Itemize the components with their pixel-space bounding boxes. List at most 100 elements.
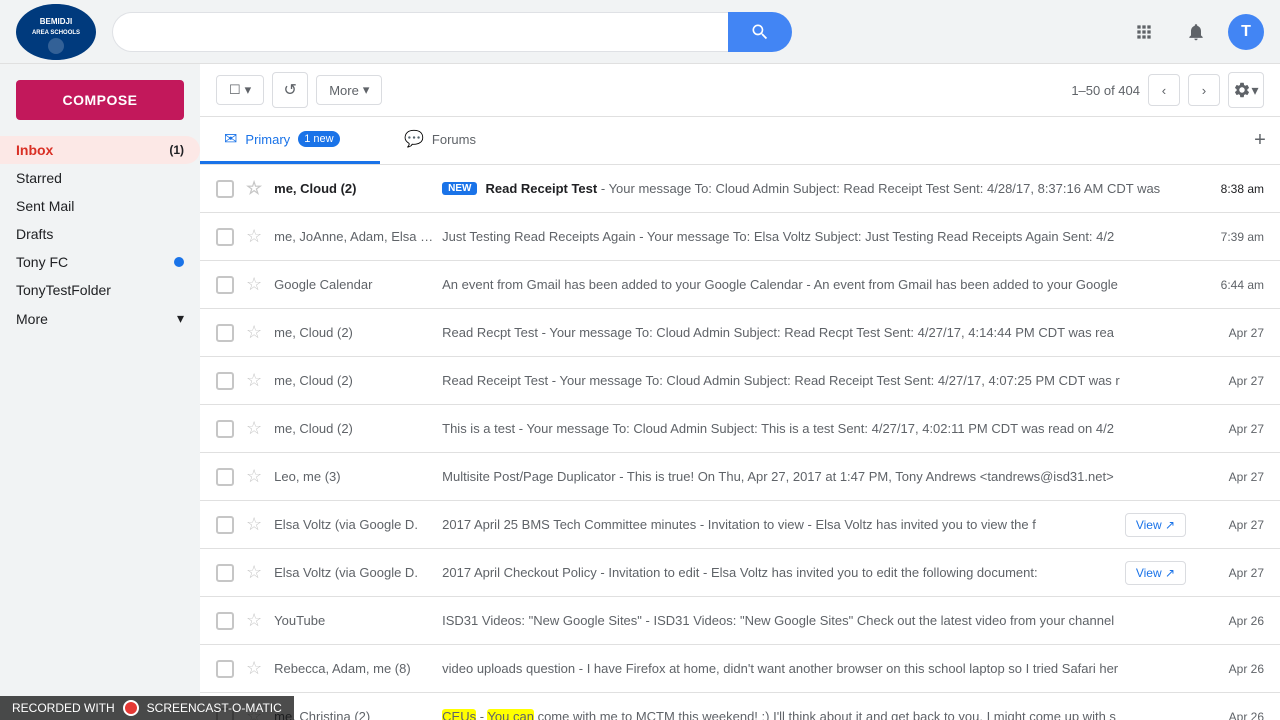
email-row[interactable]: ☆ Elsa Voltz (via Google D. 2017 April 2… <box>200 501 1280 549</box>
logo[interactable]: BEMIDJI AREA SCHOOLS <box>16 4 96 60</box>
email-time: Apr 27 <box>1194 470 1264 484</box>
prev-page-button[interactable]: ‹ <box>1148 74 1180 106</box>
star-icon[interactable]: ☆ <box>246 466 262 487</box>
search-input[interactable] <box>112 12 728 52</box>
email-time: Apr 27 <box>1194 566 1264 580</box>
email-checkbox[interactable] <box>216 372 234 390</box>
star-icon[interactable]: ☆ <box>246 514 262 535</box>
email-row[interactable]: ☆ Elsa Voltz (via Google D. 2017 April C… <box>200 549 1280 597</box>
email-row[interactable]: ☆ me, Cloud (2) NEW Read Receipt Test - … <box>200 165 1280 213</box>
sidebar-item-inbox[interactable]: Inbox (1) <box>0 136 200 164</box>
star-icon[interactable]: ☆ <box>246 274 262 295</box>
email-area: ☐ ▾ ↺ More ▾ 1–50 of 404 ‹ › ▾ ✉ Prima <box>200 64 1280 720</box>
email-checkbox[interactable] <box>216 660 234 678</box>
more-dropdown-icon: ▾ <box>363 82 370 98</box>
email-row[interactable]: ☆ Google Calendar An event from Gmail ha… <box>200 261 1280 309</box>
email-checkbox[interactable] <box>216 228 234 246</box>
email-time: Apr 27 <box>1194 374 1264 388</box>
brand-text: SCREENCAST-O-MATIC <box>147 701 282 715</box>
primary-tab-badge: 1 new <box>298 131 339 147</box>
primary-tab-icon: ✉ <box>224 129 237 149</box>
email-sender: me, Cloud (2) <box>274 181 434 196</box>
compose-button[interactable]: COMPOSE <box>16 80 184 120</box>
email-row[interactable]: ☆ me, Cloud (2) Read Receipt Test - Your… <box>200 357 1280 405</box>
email-subject-preview: 2017 April 25 BMS Tech Committee minutes… <box>434 517 1125 532</box>
star-icon[interactable]: ☆ <box>246 178 262 199</box>
sidebar-item-sent[interactable]: Sent Mail <box>0 192 200 220</box>
email-row[interactable]: ☆ YouTube ISD31 Videos: "New Google Site… <box>200 597 1280 645</box>
email-subject-preview: 2017 April Checkout Policy - Invitation … <box>434 565 1125 580</box>
email-subject-preview: Just Testing Read Receipts Again - Your … <box>434 229 1194 244</box>
new-badge: NEW <box>442 182 477 195</box>
email-sender: me, Cloud (2) <box>274 325 434 340</box>
tab-forums[interactable]: 💬 Forums <box>380 117 560 164</box>
email-subject-preview: Read Receipt Test - Your message To: Clo… <box>477 181 1194 196</box>
email-sender: Google Calendar <box>274 277 434 292</box>
notifications-button[interactable] <box>1176 12 1216 52</box>
email-sender: me, Cloud (2) <box>274 373 434 388</box>
star-icon[interactable]: ☆ <box>246 370 262 391</box>
apps-button[interactable] <box>1124 12 1164 52</box>
search-button[interactable] <box>728 12 792 52</box>
email-row[interactable]: ☆ Rebecca, Adam, me (8) video uploads qu… <box>200 645 1280 693</box>
search-container <box>112 12 792 52</box>
email-sender: me, Cloud (2) <box>274 421 434 436</box>
tab-primary[interactable]: ✉ Primary 1 new <box>200 117 380 164</box>
email-checkbox[interactable] <box>216 564 234 582</box>
add-tab-button[interactable]: + <box>1240 117 1280 164</box>
sidebar-item-more[interactable]: More ▾ <box>0 304 200 333</box>
forums-tab-label: Forums <box>432 132 476 147</box>
email-checkbox[interactable] <box>216 468 234 486</box>
email-checkbox[interactable] <box>216 180 234 198</box>
email-sender: Leo, me (3) <box>274 469 434 484</box>
email-row[interactable]: ☆ me, JoAnne, Adam, Elsa (4) Just Testin… <box>200 213 1280 261</box>
sidebar-item-drafts[interactable]: Drafts <box>0 220 200 248</box>
email-sender: me, JoAnne, Adam, Elsa (4) <box>274 229 434 244</box>
settings-button[interactable]: ▾ <box>1228 72 1264 108</box>
star-icon[interactable]: ☆ <box>246 226 262 247</box>
view-button[interactable]: View ↗ <box>1125 561 1186 585</box>
sidebar-item-starred[interactable]: Starred <box>0 164 200 192</box>
sidebar-item-tonyfc[interactable]: Tony FC <box>0 248 200 276</box>
email-row[interactable]: ☆ me, Cloud (2) This is a test - Your me… <box>200 405 1280 453</box>
tabs: ✉ Primary 1 new 💬 Forums + <box>200 117 1280 165</box>
email-checkbox[interactable] <box>216 612 234 630</box>
next-page-button[interactable]: › <box>1188 74 1220 106</box>
email-row[interactable]: ☆ Leo, me (3) Multisite Post/Page Duplic… <box>200 453 1280 501</box>
sidebar: COMPOSE Inbox (1) Starred Sent Mail Draf… <box>0 64 200 720</box>
email-row[interactable]: ☆ me, Cloud (2) Read Recpt Test - Your m… <box>200 309 1280 357</box>
select-checkbox-btn[interactable]: ☐ ▾ <box>216 75 264 105</box>
highlight-you-can: You can <box>487 709 534 720</box>
sidebar-item-tonytestfolder[interactable]: TonyTestFolder <box>0 276 200 304</box>
email-subject-preview: CEUs - You can come with me to MCTM this… <box>434 709 1194 720</box>
star-icon[interactable]: ☆ <box>246 322 262 343</box>
more-button[interactable]: More ▾ <box>316 75 382 105</box>
main-layout: COMPOSE Inbox (1) Starred Sent Mail Draf… <box>0 64 1280 720</box>
email-checkbox[interactable] <box>216 276 234 294</box>
star-icon[interactable]: ☆ <box>246 418 262 439</box>
email-sender: YouTube <box>274 613 434 628</box>
checkbox-icon: ☐ <box>229 82 241 98</box>
star-icon[interactable]: ☆ <box>246 610 262 631</box>
view-button[interactable]: View ↗ <box>1125 513 1186 537</box>
email-sender: Elsa Voltz (via Google D. <box>274 565 434 580</box>
email-time: 6:44 am <box>1194 278 1264 292</box>
refresh-button[interactable]: ↺ <box>272 72 308 108</box>
highlight-ceus: CEUs <box>442 709 476 720</box>
pagination-info: 1–50 of 404 <box>1071 83 1140 98</box>
dropdown-arrow: ▾ <box>245 82 252 98</box>
tonyfc-dot <box>174 257 184 267</box>
email-subject-preview: video uploads question - I have Firefox … <box>434 661 1194 676</box>
forums-tab-icon: 💬 <box>404 129 424 149</box>
email-time: 8:38 am <box>1194 182 1264 196</box>
email-sender: Rebecca, Adam, me (8) <box>274 661 434 676</box>
email-subject-preview: An event from Gmail has been added to yo… <box>434 277 1194 292</box>
star-icon[interactable]: ☆ <box>246 658 262 679</box>
email-checkbox[interactable] <box>216 516 234 534</box>
star-icon[interactable]: ☆ <box>246 562 262 583</box>
email-row[interactable]: ☆ me, Christina (2) CEUs - You can come … <box>200 693 1280 720</box>
email-time: Apr 26 <box>1194 710 1264 720</box>
avatar[interactable]: T <box>1228 14 1264 50</box>
email-checkbox[interactable] <box>216 324 234 342</box>
email-checkbox[interactable] <box>216 420 234 438</box>
